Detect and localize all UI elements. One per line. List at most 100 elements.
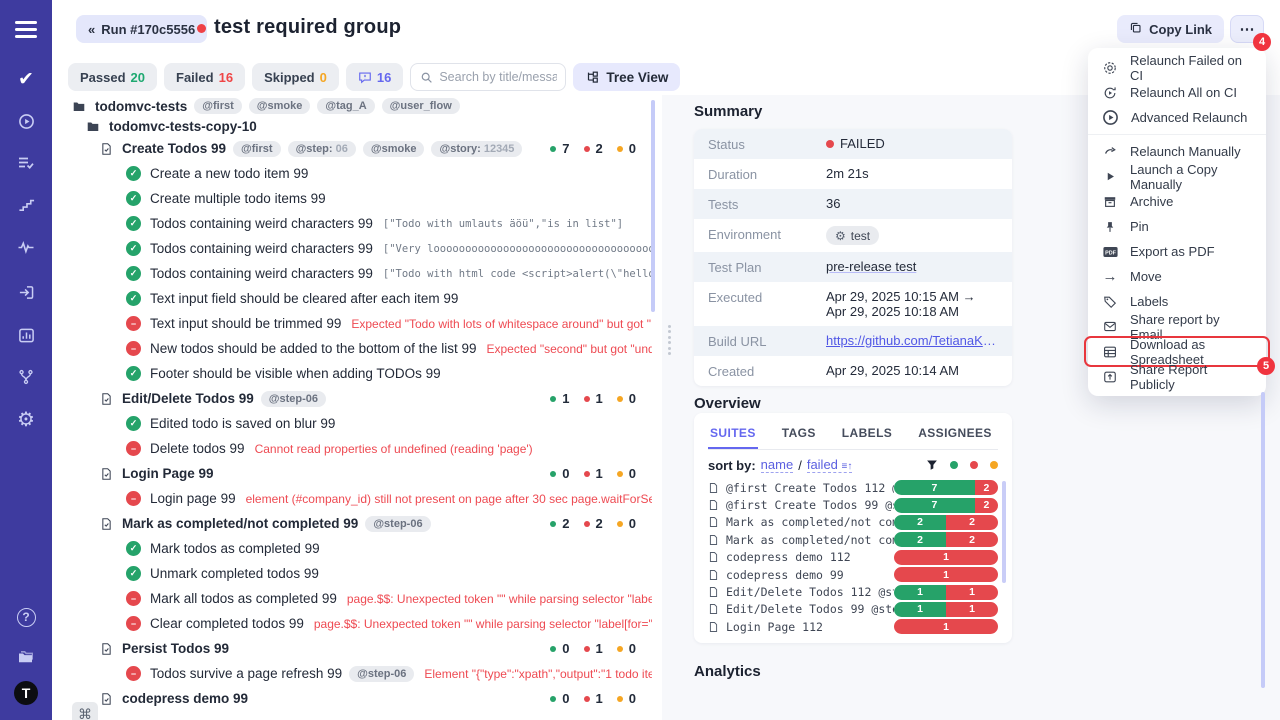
- branch-icon[interactable]: [0, 364, 52, 390]
- runs-check-icon[interactable]: ✔: [0, 66, 52, 92]
- overview-suite-row[interactable]: Mark as completed/not comple…22: [708, 514, 998, 531]
- tag-pill: @step-06: [349, 666, 414, 682]
- menu-item-export-as-pdf[interactable]: PDFExport as PDF: [1088, 239, 1266, 264]
- overview-suite-row[interactable]: Mark as completed/not comple…22: [708, 531, 998, 548]
- suite-row[interactable]: Create Todos 99@first@step: 06@smoke@sto…: [60, 136, 652, 161]
- tree-scrollbar[interactable]: [651, 100, 655, 312]
- tab-assignees[interactable]: ASSIGNEES: [916, 417, 994, 449]
- page-scrollbar[interactable]: [1261, 392, 1265, 688]
- summary-label: Tests: [708, 196, 826, 212]
- test-row[interactable]: ✓Unmark completed todos 99: [60, 561, 652, 586]
- test-list-icon[interactable]: [0, 150, 52, 176]
- menu-item-label: Export as PDF: [1130, 244, 1215, 259]
- search-input[interactable]: [439, 70, 557, 84]
- back-to-run-button[interactable]: « Run #170c5556: [76, 15, 207, 43]
- overview-suite-row[interactable]: @first Create Todos 99 @step…72: [708, 496, 998, 513]
- filter-funnel-icon[interactable]: [926, 459, 938, 471]
- import-icon[interactable]: [0, 279, 52, 305]
- menu-item-move[interactable]: →Move: [1088, 264, 1266, 289]
- suite-row[interactable]: Persist Todos 99010: [60, 636, 652, 661]
- menu-item-launch-a-copy-manually[interactable]: Launch a Copy Manually: [1088, 164, 1266, 189]
- test-row[interactable]: ✓Todos containing weird characters 99["V…: [60, 236, 652, 261]
- menu-item-relaunch-all-on-ci[interactable]: Relaunch All on CI: [1088, 80, 1266, 105]
- failed-status-icon: −: [126, 616, 141, 631]
- test-row[interactable]: ✓Text input field should be cleared afte…: [60, 286, 652, 311]
- settings-gear-icon[interactable]: ⚙: [0, 406, 52, 432]
- legend-dot-passed[interactable]: [950, 461, 958, 469]
- test-row[interactable]: −New todos should be added to the bottom…: [60, 336, 652, 361]
- menu-item-archive[interactable]: Archive: [1088, 189, 1266, 214]
- tab-labels[interactable]: LABELS: [840, 417, 894, 449]
- filter-skipped-button[interactable]: Skipped0: [252, 63, 339, 91]
- test-row[interactable]: ✓Create multiple todo items 99: [60, 186, 652, 211]
- suite-row[interactable]: codepress demo 99010: [60, 686, 652, 711]
- overview-suite-row[interactable]: codepress demo 991: [708, 566, 998, 583]
- legend-dot-skipped[interactable]: [990, 461, 998, 469]
- summary-value[interactable]: pre-release test: [826, 259, 916, 274]
- pulse-icon[interactable]: [0, 234, 52, 260]
- logo-avatar[interactable]: T: [0, 680, 52, 706]
- folder-row[interactable]: todomvc-tests-copy-10: [60, 116, 652, 136]
- copy-link-label: Copy Link: [1149, 22, 1212, 37]
- menu-item-download-as-spreadsheet[interactable]: Download as Spreadsheet5: [1088, 339, 1266, 364]
- overview-suite-row[interactable]: Login Page 1121: [708, 618, 998, 635]
- test-row[interactable]: −Text input should be trimmed 99Expected…: [60, 311, 652, 336]
- folder-row[interactable]: todomvc-tests@first@smoke@tag_A@user_flo…: [60, 96, 652, 116]
- filter-comments-button[interactable]: 16: [346, 63, 403, 91]
- test-row[interactable]: −Clear completed todos 99page.$$: Unexpe…: [60, 611, 652, 636]
- suite-row[interactable]: Mark as completed/not completed 99@step-…: [60, 511, 652, 536]
- test-row[interactable]: −Mark all todos as completed 99page.$$: …: [60, 586, 652, 611]
- test-row[interactable]: ✓Edited todo is saved on blur 99: [60, 411, 652, 436]
- projects-icon[interactable]: [0, 644, 52, 670]
- hamburger-icon[interactable]: [0, 16, 52, 42]
- panel-splitter-handle[interactable]: [665, 325, 673, 355]
- test-row[interactable]: −Login page 99element (#company_id) stil…: [60, 486, 652, 511]
- menu-item-relaunch-failed-on-ci[interactable]: Relaunch Failed on CI: [1088, 55, 1266, 80]
- test-title: Unmark completed todos 99: [150, 566, 319, 581]
- tree-view-button[interactable]: Tree View: [573, 63, 680, 91]
- test-row[interactable]: ✓Create a new todo item 99: [60, 161, 652, 186]
- suite-row[interactable]: Login Page 99010: [60, 461, 652, 486]
- pass-fail-bar: 11: [894, 585, 998, 600]
- test-row[interactable]: ✓Footer should be visible when adding TO…: [60, 361, 652, 386]
- menu-item-advanced-relaunch[interactable]: Advanced Relaunch: [1088, 105, 1266, 130]
- overview-suite-row[interactable]: Edit/Delete Todos 112 @step-…11: [708, 583, 998, 600]
- help-icon[interactable]: ?: [0, 604, 52, 630]
- sort-by-failed-link[interactable]: failed ≡↑: [807, 457, 853, 473]
- email-icon: [1102, 320, 1118, 333]
- play-circle-icon[interactable]: [0, 108, 52, 134]
- passed-status-icon: ✓: [126, 366, 141, 381]
- legend-dot-failed[interactable]: [970, 461, 978, 469]
- menu-item-label: Advanced Relaunch: [1131, 110, 1247, 125]
- tab-tags[interactable]: TAGS: [780, 417, 818, 449]
- menu-item-pin[interactable]: Pin: [1088, 214, 1266, 239]
- overview-suite-row[interactable]: @first Create Todos 112 @ste…72: [708, 479, 998, 496]
- sort-by-name-link[interactable]: name: [761, 457, 794, 473]
- overview-suite-row[interactable]: codepress demo 1121: [708, 549, 998, 566]
- filter-failed-button[interactable]: Failed16: [164, 63, 245, 91]
- test-row[interactable]: ✓Todos containing weird characters 99["T…: [60, 261, 652, 286]
- summary-value: ⚙test: [826, 226, 879, 245]
- test-title: New todos should be added to the bottom …: [150, 341, 476, 356]
- test-row[interactable]: −Delete todos 99Cannot read properties o…: [60, 436, 652, 461]
- menu-item-relaunch-manually[interactable]: Relaunch Manually: [1088, 139, 1266, 164]
- filter-passed-button[interactable]: Passed20: [68, 63, 157, 91]
- steps-icon[interactable]: [0, 192, 52, 218]
- suite-doc-icon: [100, 392, 113, 406]
- summary-value[interactable]: https://github.com/TetianaKhomenko/Load-…: [826, 333, 998, 348]
- overview-suite-row[interactable]: Edit/Delete Todos 99 @step-0611: [708, 601, 998, 618]
- test-title: Clear completed todos 99: [150, 616, 304, 631]
- copy-link-button[interactable]: Copy Link: [1117, 15, 1224, 43]
- menu-item-share-report-publicly[interactable]: Share Report Publicly: [1088, 364, 1266, 389]
- menu-item-labels[interactable]: Labels: [1088, 289, 1266, 314]
- overview-scrollbar[interactable]: [1002, 481, 1006, 583]
- overview-sort-row: sort by: name / failed ≡↑: [708, 450, 998, 479]
- analytics-icon[interactable]: [0, 322, 52, 348]
- menu-item-label: Share Report Publicly: [1130, 362, 1252, 392]
- test-row[interactable]: ✓Mark todos as completed 99: [60, 536, 652, 561]
- menu-item-share-report-by-email[interactable]: Share report by Email: [1088, 314, 1266, 339]
- test-row[interactable]: −Todos survive a page refresh 99@step-06…: [60, 661, 652, 686]
- test-row[interactable]: ✓Todos containing weird characters 99["T…: [60, 211, 652, 236]
- suite-row[interactable]: Edit/Delete Todos 99@step-06110: [60, 386, 652, 411]
- tab-suites[interactable]: SUITES: [708, 417, 758, 449]
